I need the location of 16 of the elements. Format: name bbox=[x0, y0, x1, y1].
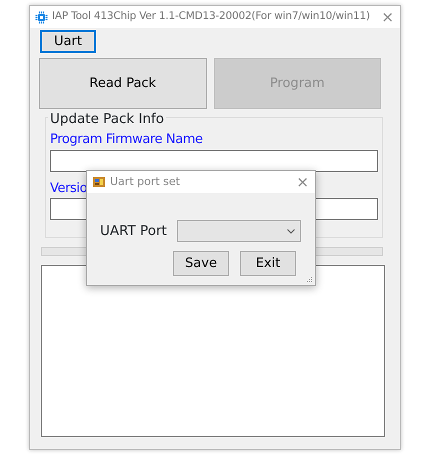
dialog-button[interactable]: Save bbox=[173, 251, 229, 276]
close-button[interactable]: × bbox=[296, 174, 309, 190]
input-field[interactable] bbox=[50, 150, 378, 172]
dialog-button[interactable]: Exit bbox=[240, 251, 296, 276]
action-button[interactable]: Read Pack bbox=[39, 58, 206, 109]
uart-button[interactable]: Uart bbox=[40, 30, 96, 53]
field-label: Versio bbox=[50, 180, 88, 196]
port-label: UART Port bbox=[100, 222, 167, 241]
app-icon bbox=[93, 176, 105, 188]
caret-icon bbox=[286, 229, 295, 234]
dialog-title: Uart port set bbox=[110, 174, 181, 190]
field-label: Program Firmware Name bbox=[50, 132, 203, 147]
close-button[interactable]: × bbox=[381, 10, 394, 24]
window-title: IAP Tool 413Chip Ver 1.1-CMD13-20002(For win7/win10/win11) bbox=[52, 9, 371, 24]
chip-icon bbox=[35, 10, 48, 24]
port-select[interactable] bbox=[176, 220, 301, 242]
